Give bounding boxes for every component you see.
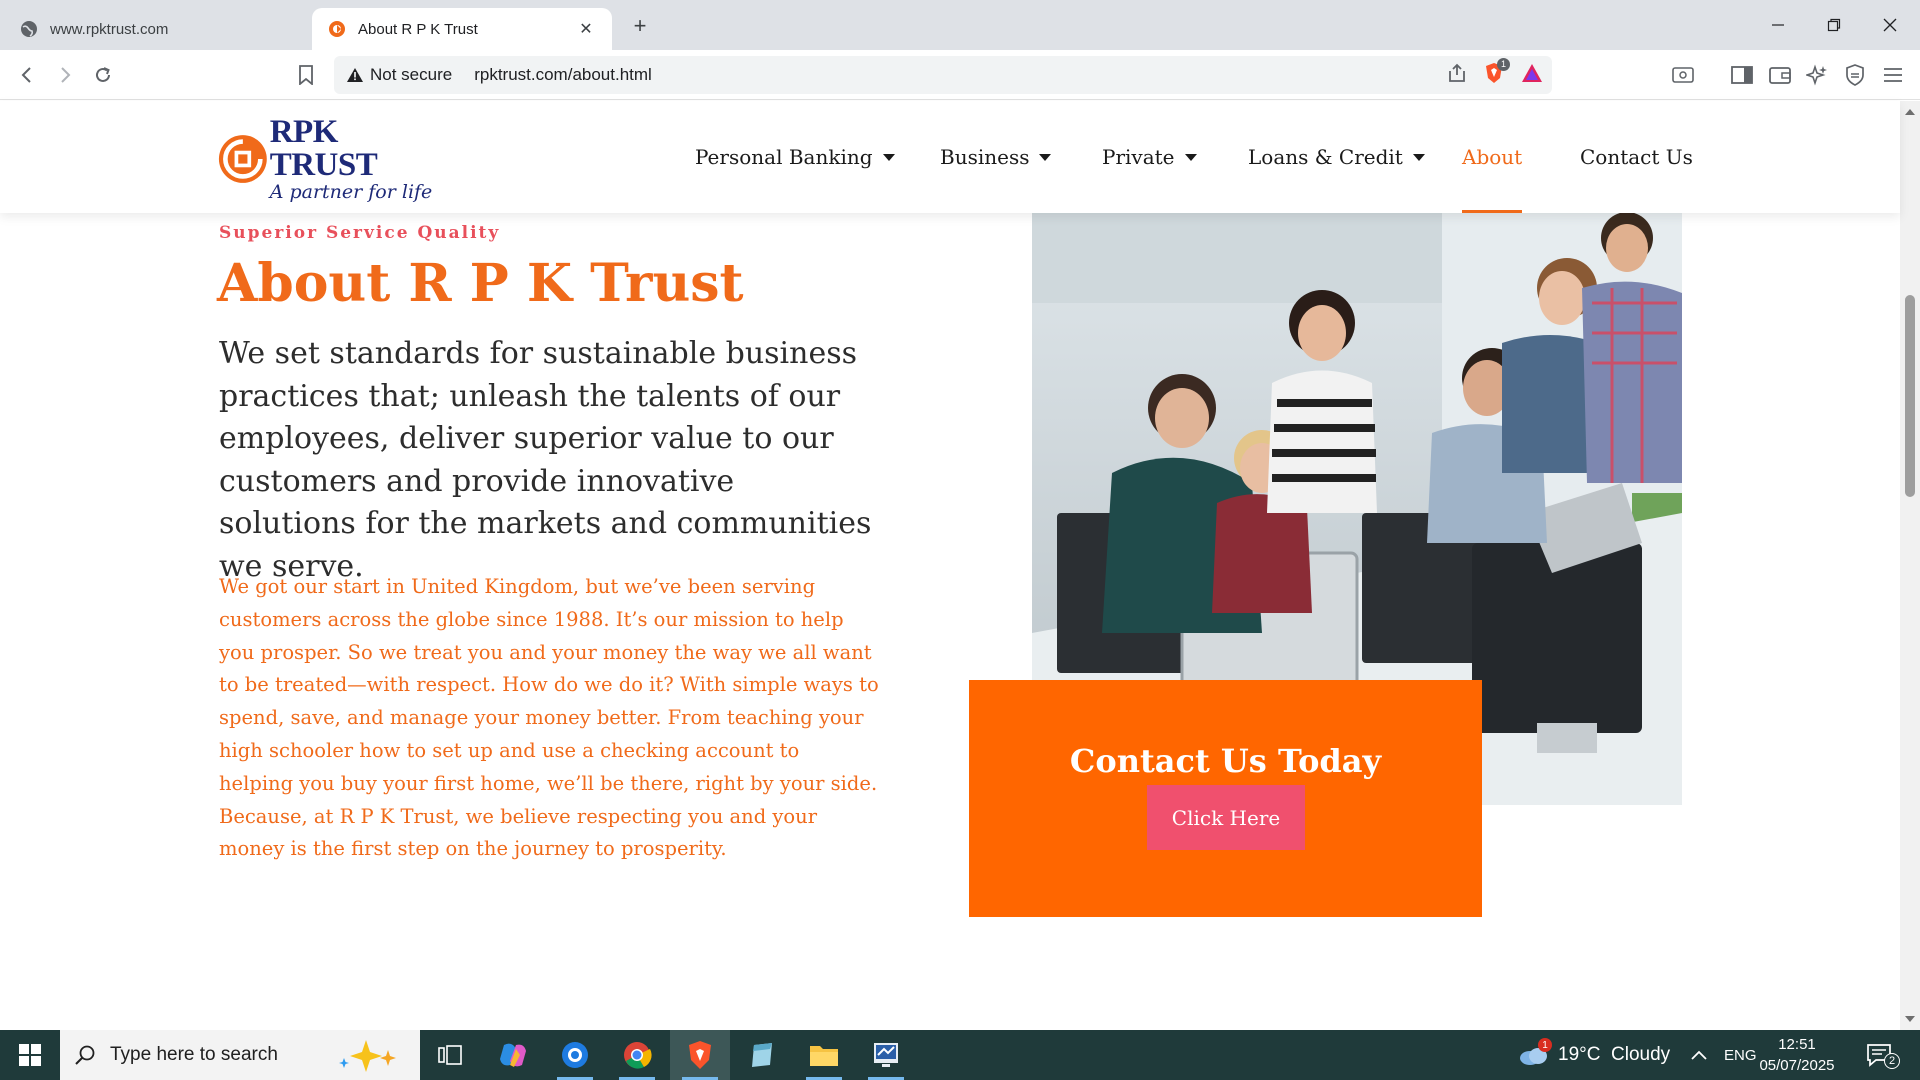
vpn-shield-icon[interactable] <box>1840 60 1870 90</box>
scroll-down-arrow-icon[interactable] <box>1905 1016 1915 1022</box>
taskbar-search-box[interactable]: Type here to search <box>60 1030 420 1080</box>
main-nav: Personal Banking Business Private Loans … <box>0 101 1900 213</box>
windows-start-icon[interactable] <box>0 1030 60 1080</box>
task-view-icon[interactable] <box>420 1030 480 1080</box>
copilot-app-icon[interactable] <box>483 1030 543 1080</box>
copilot-sparkle-icon <box>336 1038 406 1077</box>
brave-shields-icon[interactable]: 1 <box>1482 57 1510 90</box>
close-window-icon[interactable] <box>1862 0 1918 50</box>
site-header: RPK TRUST A partner for life Personal Ba… <box>0 101 1900 213</box>
globe-icon <box>20 20 38 38</box>
nav-label: About <box>1462 145 1523 169</box>
nav-label: Loans & Credit <box>1248 145 1403 169</box>
nav-loans-credit[interactable]: Loans & Credit <box>1248 101 1425 213</box>
security-indicator[interactable]: Not secure <box>346 65 452 85</box>
nav-personal-banking[interactable]: Personal Banking <box>695 101 895 213</box>
nav-contact-us[interactable]: Contact Us <box>1580 101 1693 213</box>
nav-private[interactable]: Private <box>1102 101 1197 213</box>
windows-taskbar: Type here to search 1 19°C Cloudy ENG 12… <box>0 1030 1920 1080</box>
caret-down-icon <box>882 153 895 161</box>
search-placeholder: Type here to search <box>110 1044 278 1065</box>
lead-paragraph: We set standards for sustainable busines… <box>219 336 872 584</box>
cloud-icon: 1 <box>1518 1038 1552 1066</box>
clock-date: 05/07/2025 <box>1759 1057 1835 1074</box>
bookmark-icon[interactable] <box>291 60 321 90</box>
weather-widget[interactable]: 1 19°C Cloudy <box>1518 1030 1670 1080</box>
back-arrow-icon[interactable] <box>12 60 42 90</box>
brave-rewards-icon[interactable] <box>1520 62 1544 89</box>
nav-business[interactable]: Business <box>940 101 1052 213</box>
restore-icon[interactable] <box>1806 0 1862 50</box>
sidebar-icon[interactable] <box>1727 60 1757 90</box>
click-here-button[interactable]: Click Here <box>1147 785 1305 850</box>
new-tab-button[interactable]: + <box>626 12 654 40</box>
reader-mode-icon[interactable] <box>1668 60 1698 90</box>
scrollbar-thumb[interactable] <box>1905 295 1915 497</box>
browser-tab-inactive[interactable]: www.rpktrust.com <box>4 8 304 50</box>
warning-icon <box>347 68 363 82</box>
wallet-icon[interactable] <box>1765 60 1795 90</box>
cta-title: Contact Us Today <box>1069 742 1382 780</box>
caret-down-icon <box>1184 153 1197 161</box>
caret-down-icon <box>1039 153 1052 161</box>
nav-label: Personal Banking <box>695 145 873 169</box>
scroll-up-arrow-icon[interactable] <box>1905 109 1915 115</box>
menu-icon[interactable] <box>1878 60 1908 90</box>
close-tab-icon[interactable]: ✕ <box>576 19 596 39</box>
caret-down-icon <box>1412 153 1425 161</box>
browser-toolbar: Not secure rpktrust.com/about.html 1 <box>0 50 1920 100</box>
weather-badge: 1 <box>1538 1038 1552 1052</box>
about-section: Superior Service Quality About R P K Tru… <box>0 213 1900 1030</box>
email-app-icon[interactable] <box>545 1030 605 1080</box>
section-eyebrow: Superior Service Quality <box>219 223 501 243</box>
leo-ai-icon[interactable] <box>1802 60 1832 90</box>
browser-tab-strip: www.rpktrust.com About R P K Trust ✕ + <box>0 0 1920 50</box>
reload-icon[interactable] <box>88 60 118 90</box>
nav-label: Contact Us <box>1580 145 1693 169</box>
shields-badge: 1 <box>1497 57 1510 71</box>
search-icon <box>74 1044 96 1066</box>
clock-time: 12:51 <box>1778 1036 1816 1053</box>
notification-center-icon[interactable]: 2 <box>1866 1030 1900 1080</box>
minimize-icon[interactable] <box>1750 0 1806 50</box>
nav-label: Private <box>1102 145 1175 169</box>
share-icon[interactable] <box>1446 62 1468 89</box>
page-title: About R P K Trust <box>217 253 744 314</box>
file-explorer-icon[interactable] <box>794 1030 854 1080</box>
tab-title: About R P K Trust <box>358 20 478 38</box>
security-label: Not secure <box>370 65 453 84</box>
nav-label: Business <box>940 145 1030 169</box>
tab-title: www.rpktrust.com <box>50 20 169 38</box>
site-favicon-icon <box>328 20 346 38</box>
brave-app-icon[interactable] <box>670 1030 730 1080</box>
notification-count: 2 <box>1884 1053 1900 1069</box>
contact-cta-box: Contact Us Today Click Here <box>969 680 1482 917</box>
page-scrollbar[interactable] <box>1900 101 1920 1030</box>
body-paragraph: We got our start in United Kingdom, but … <box>219 575 879 861</box>
chevron-up-icon[interactable] <box>1690 1030 1708 1080</box>
browser-tab-active[interactable]: About R P K Trust ✕ <box>312 8 612 50</box>
nav-about[interactable]: About <box>1462 101 1523 213</box>
remote-desktop-icon[interactable] <box>856 1030 916 1080</box>
forward-arrow-icon[interactable] <box>50 60 80 90</box>
chrome-app-icon[interactable] <box>607 1030 667 1080</box>
url-text[interactable]: rpktrust.com/about.html <box>474 65 652 85</box>
system-clock[interactable]: 12:51 05/07/2025 <box>1752 1034 1842 1076</box>
weather-text: 19°C Cloudy <box>1558 1044 1671 1065</box>
notes-app-icon[interactable] <box>732 1030 792 1080</box>
address-bar[interactable]: Not secure rpktrust.com/about.html 1 <box>334 56 1552 94</box>
